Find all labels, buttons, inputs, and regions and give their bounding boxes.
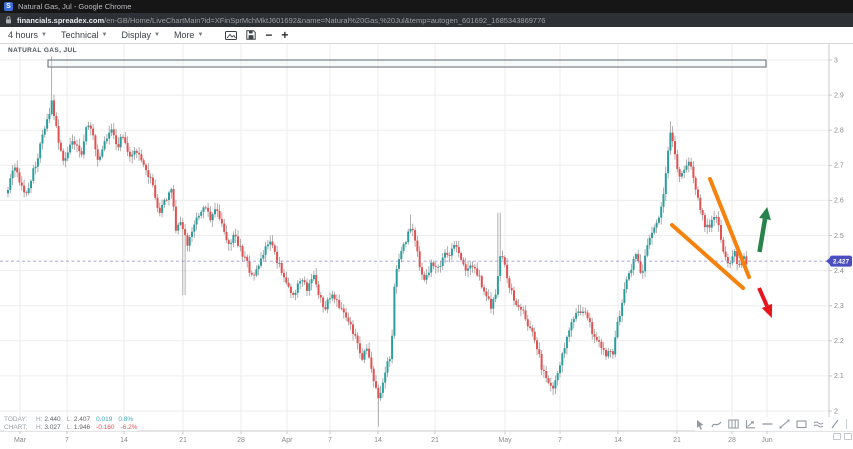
today-change-pct: 0.8% — [118, 416, 133, 424]
today-high-value: 2.440 — [44, 416, 60, 423]
y-axis-label: 2.6 — [834, 198, 844, 205]
up-arrow-drawing[interactable] — [760, 219, 766, 252]
today-low-value: 2.407 — [74, 416, 90, 423]
y-axis-label: 2.4 — [834, 268, 844, 275]
y-axis-label: 2.7 — [834, 163, 844, 170]
resistance-box-drawing[interactable] — [48, 60, 766, 67]
interval-dropdown[interactable]: 4 hours ▼ — [8, 30, 47, 40]
x-axis-label: Jun — [761, 437, 772, 444]
axis-option-icon[interactable] — [833, 433, 841, 440]
x-axis-label: 28 — [728, 437, 736, 444]
wave-tool-icon[interactable] — [813, 419, 824, 429]
y-axis-label: 2.3 — [834, 303, 844, 310]
chart-change: -0.160 — [96, 424, 114, 432]
y-axis-label: 2.2 — [834, 338, 844, 345]
lock-icon — [5, 16, 12, 24]
save-icon[interactable] — [246, 30, 256, 40]
x-axis-label: 7 — [558, 437, 562, 444]
y-axis-label: 2.9 — [834, 92, 844, 99]
chart-label: CHART: — [4, 424, 30, 432]
down-arrow-drawing[interactable] — [759, 288, 767, 306]
axis-scale-options[interactable] — [833, 433, 852, 440]
x-axis-label: 21 — [673, 437, 681, 444]
legend-row-today: TODAY: H: 2.440 L: 2.407 0.019 0.8% — [4, 416, 138, 424]
x-axis-label: May — [498, 437, 512, 444]
technical-label: Technical — [61, 30, 99, 40]
more-label: More — [174, 30, 195, 40]
high-label: H: — [36, 424, 43, 431]
browser-titlebar: S Natural Gas, Jul - Google Chrome — [0, 0, 853, 13]
zoom-in-button[interactable]: + — [281, 30, 288, 40]
chart-high-value: 3.027 — [44, 424, 60, 431]
axes: 3 2.9 2.8 2.7 2.6 2.5 2.4 2.3 2.2 2.1 2 Mar 7 14 21 28 A… — [0, 44, 853, 444]
x-axis-label: 14 — [614, 437, 622, 444]
up-arrow-head[interactable] — [759, 207, 771, 220]
instrument-label: NATURAL GAS, JUL — [8, 47, 77, 54]
rectangle-tool-icon[interactable] — [796, 419, 807, 429]
x-axis-label: 14 — [374, 437, 382, 444]
x-axis-label: 7 — [328, 437, 332, 444]
x-axis-label: 14 — [120, 437, 128, 444]
y-axis-label: 2.5 — [834, 233, 844, 240]
horizontal-line-tool-icon[interactable] — [762, 419, 773, 429]
chart-canvas[interactable]: 3 2.9 2.8 2.7 2.6 2.5 2.4 2.3 2.2 2.1 2 Mar 7 14 21 28 A… — [0, 44, 853, 449]
axis-option-icon[interactable] — [844, 433, 852, 440]
x-axis-label: 7 — [65, 437, 69, 444]
browser-addressbar[interactable]: financials.spreadex.com/en-GB/Home/LiveC… — [0, 13, 853, 27]
drawing-toolbar — [695, 417, 853, 431]
x-axis-label: 21 — [179, 437, 187, 444]
window-title: Natural Gas, Jul - Google Chrome — [18, 2, 131, 11]
low-label: L: — [67, 416, 72, 423]
price-badge-value: 2.427 — [833, 259, 850, 266]
trend-angle-tool-icon[interactable] — [745, 419, 756, 429]
y-axis-label: 2.1 — [834, 373, 844, 380]
url-domain: financials.spreadex.com — [17, 16, 104, 25]
today-change: 0.019 — [96, 416, 112, 424]
line-tool-icon[interactable] — [830, 419, 840, 429]
legend-row-chart: CHART: H: 3.027 L: 1.946 -0.160 -6.2% — [4, 424, 138, 432]
chart-low-value: 1.946 — [74, 424, 90, 431]
pointer-tool-icon[interactable] — [695, 419, 705, 430]
low-label: L: — [67, 424, 72, 431]
price-legend: TODAY: H: 2.440 L: 2.407 0.019 0.8% CHAR… — [4, 416, 138, 431]
url-path: /en-GB/Home/LiveChartMain?id=XFinSprMchM… — [104, 16, 545, 25]
chevron-down-icon: ▼ — [154, 32, 160, 38]
display-dropdown[interactable]: Display ▼ — [121, 30, 159, 40]
y-axis-label: 2.8 — [834, 128, 844, 135]
trend-line-tool-icon[interactable] — [779, 419, 790, 429]
chevron-down-icon: ▼ — [197, 32, 203, 38]
x-axis-label: Apr — [282, 437, 294, 444]
interval-label: 4 hours — [8, 30, 38, 40]
x-axis-label: 28 — [237, 437, 245, 444]
chevron-down-icon: ▼ — [102, 32, 108, 38]
zoom-out-button[interactable]: − — [265, 30, 272, 40]
chevron-down-icon: ▼ — [41, 32, 47, 38]
high-label: H: — [36, 416, 43, 423]
more-dropdown[interactable]: More ▼ — [174, 30, 203, 40]
today-label: TODAY: — [4, 416, 30, 424]
y-axis-label: 3 — [834, 57, 838, 64]
chart-change-pct: -6.2% — [121, 424, 138, 432]
url-text[interactable]: financials.spreadex.com/en-GB/Home/LiveC… — [17, 16, 545, 25]
current-price-line: 2.427 — [0, 256, 852, 267]
snapshot-icon[interactable] — [225, 30, 237, 40]
display-label: Display — [121, 30, 151, 40]
y-axis-label: 2 — [834, 408, 838, 415]
fib-grid-tool-icon[interactable] — [728, 419, 739, 429]
price-badge-notch — [826, 258, 830, 265]
candlesticks — [7, 56, 747, 426]
toolbar-divider — [846, 419, 847, 429]
polyline-tool-icon[interactable] — [711, 419, 722, 429]
x-axis-label: Mar — [14, 437, 27, 444]
chart-toolbar: 4 hours ▼ Technical ▼ Display ▼ More ▼ −… — [0, 27, 853, 44]
x-axis-label: 21 — [431, 437, 439, 444]
site-favicon: S — [4, 2, 13, 11]
technical-dropdown[interactable]: Technical ▼ — [61, 30, 107, 40]
